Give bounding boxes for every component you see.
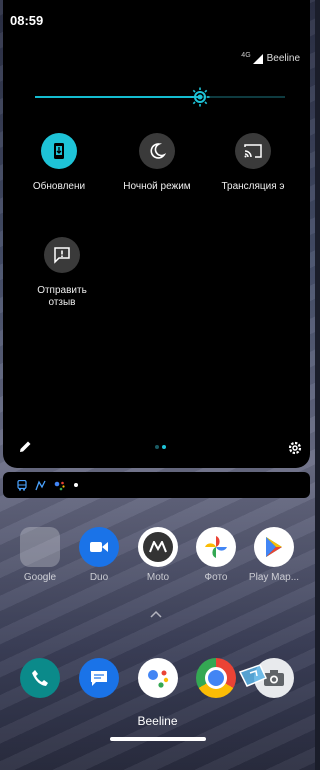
status-time: 08:59 <box>10 13 44 28</box>
signal-icon <box>252 53 263 64</box>
maps-icon <box>35 480 46 490</box>
tile-updates[interactable]: Обновлени <box>14 133 104 193</box>
phone-update-icon <box>54 143 64 159</box>
feedback-icon <box>54 247 70 264</box>
carrier-indicator: 4G Beeline <box>241 52 300 64</box>
tile-cast[interactable]: Трансляция э <box>210 133 296 193</box>
app-moto[interactable]: Moto <box>128 527 188 583</box>
app-label: Moto <box>146 572 170 583</box>
chevron-up-icon[interactable] <box>150 610 162 618</box>
page-dot <box>155 445 159 449</box>
app-label: Фото <box>204 572 228 583</box>
tile-label: Трансляция э <box>221 181 285 192</box>
google-folder-icon <box>20 527 60 567</box>
app-photos[interactable]: Фото <box>186 527 246 583</box>
moto-icon <box>138 527 178 567</box>
tile-feedback[interactable]: Отправить отзыв <box>17 237 107 309</box>
brightness-fill <box>35 96 200 98</box>
edit-icon[interactable] <box>18 440 32 454</box>
page-indicator <box>155 445 166 449</box>
chrome-icon <box>196 658 236 698</box>
page-dot-active <box>162 445 166 449</box>
gesture-nav-handle[interactable] <box>110 737 206 741</box>
carrier-name: Beeline <box>266 53 300 64</box>
assistant-icon <box>138 658 178 698</box>
dock-phone[interactable] <box>10 658 70 698</box>
app-duo[interactable]: Duo <box>69 527 129 583</box>
network-type: 4G <box>241 52 251 59</box>
home-carrier-label: Beeline <box>137 714 178 728</box>
app-google[interactable]: Google <box>10 527 70 583</box>
assistant-icon <box>54 481 65 490</box>
dot-icon <box>74 483 78 487</box>
notification-icons[interactable] <box>3 472 310 498</box>
tile-label: Отправить отзыв <box>37 285 87 308</box>
tile-label: Обновлени <box>32 181 86 192</box>
app-play-store[interactable]: Play Мар... <box>244 527 304 583</box>
app-label: Play Мар... <box>248 572 300 583</box>
messages-icon <box>79 658 119 698</box>
photos-icon <box>196 527 236 567</box>
play-store-icon <box>254 527 294 567</box>
duo-icon <box>79 527 119 567</box>
tile-feedback-button[interactable] <box>44 237 80 273</box>
tile-night-mode-button[interactable] <box>139 133 175 169</box>
cast-icon <box>244 144 262 158</box>
dock-messages[interactable] <box>69 658 129 698</box>
tile-updates-button[interactable] <box>41 133 77 169</box>
app-label: Duo <box>89 572 109 583</box>
screenshot-overlay-icon <box>238 664 268 687</box>
tile-cast-button[interactable] <box>235 133 271 169</box>
brightness-slider[interactable] <box>35 87 285 107</box>
dock-chrome[interactable] <box>186 658 246 698</box>
quick-settings-panel: 4G Beeline Обновлени Ночной режим Трансл… <box>3 0 310 468</box>
bus-icon <box>17 479 27 491</box>
tile-label: Ночной режим <box>123 181 191 192</box>
phone-icon <box>20 658 60 698</box>
moon-icon <box>150 143 166 159</box>
dock-assistant[interactable] <box>128 658 188 698</box>
brightness-thumb-icon[interactable] <box>190 87 210 107</box>
tile-night-mode[interactable]: Ночной режим <box>112 133 202 193</box>
gear-icon[interactable] <box>287 440 303 456</box>
app-label: Google <box>23 572 57 583</box>
